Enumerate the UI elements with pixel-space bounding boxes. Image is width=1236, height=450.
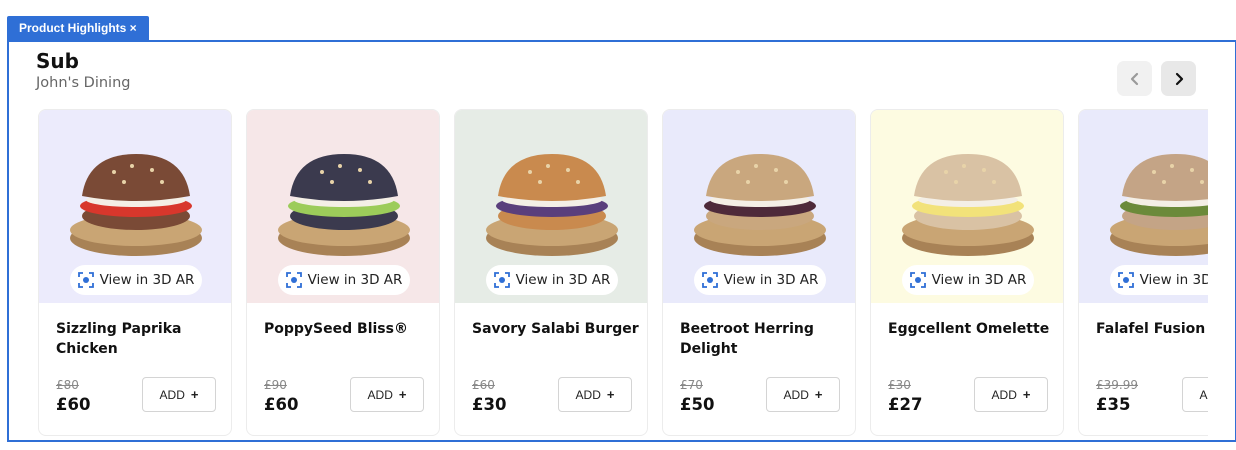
product-name: Eggcellent Omelette xyxy=(888,321,1050,337)
restaurant-name: John's Dining xyxy=(36,75,131,91)
original-price: £70 xyxy=(680,378,703,392)
plus-icon: + xyxy=(1022,387,1031,402)
product-image-area: View in 3D AR xyxy=(39,110,231,303)
product-card[interactable]: View in 3D AR Sizzling Paprika Chicken £… xyxy=(38,109,232,436)
section-title: Sub xyxy=(36,49,79,73)
add-label: ADD xyxy=(367,387,393,402)
view-in-ar-label: View in 3D AR xyxy=(99,272,195,288)
view-in-ar-button[interactable]: View in 3D AR xyxy=(486,265,618,295)
sale-price: £60 xyxy=(56,395,91,414)
product-name: Savory Salabi Burger xyxy=(472,321,639,337)
add-to-cart-button[interactable]: ADD + xyxy=(1182,377,1208,412)
view-in-ar-button[interactable]: View in 3D AR xyxy=(694,265,826,295)
ar-scan-icon xyxy=(1117,272,1134,288)
product-card[interactable]: View in 3D AR Savory Salabi Burger £60 £… xyxy=(454,109,648,436)
sale-price: £60 xyxy=(264,395,299,414)
view-in-ar-button[interactable]: View in 3D AR xyxy=(278,265,410,295)
sandwich-image xyxy=(694,154,826,256)
product-card[interactable]: View in 3D AR Falafel Fusion Su £39.99 £… xyxy=(1078,109,1208,436)
original-price: £39.99 xyxy=(1096,378,1138,392)
view-in-ar-label: View in 3D AR xyxy=(307,272,403,288)
view-in-ar-button[interactable]: View in 3D AR xyxy=(70,265,202,295)
add-label: ADD xyxy=(575,387,601,402)
plus-icon: + xyxy=(606,387,615,402)
product-carousel[interactable]: View in 3D AR Sizzling Paprika Chicken £… xyxy=(38,109,1208,439)
view-in-ar-label: View in 3D AR xyxy=(515,272,611,288)
plus-icon: + xyxy=(398,387,407,402)
ar-scan-icon xyxy=(285,272,302,288)
add-to-cart-button[interactable]: ADD + xyxy=(558,377,632,412)
product-card[interactable]: View in 3D AR PoppySeed Bliss® £90 £60 A… xyxy=(246,109,440,436)
add-label: ADD xyxy=(159,387,185,402)
carousel-prev-button[interactable] xyxy=(1117,61,1152,96)
sandwich-image xyxy=(70,154,202,256)
product-name: Beetroot Herring Delight xyxy=(680,321,814,357)
ar-scan-icon xyxy=(77,272,94,288)
product-highlights-panel: Sub John's Dining View in 3D AR Sizzling… xyxy=(7,40,1236,442)
sale-price: £50 xyxy=(680,395,715,414)
product-image-area: View in 3D AR xyxy=(871,110,1063,303)
ar-scan-icon xyxy=(909,272,926,288)
product-image-area: View in 3D AR xyxy=(247,110,439,303)
view-in-ar-button[interactable]: View in 3D AR xyxy=(1110,265,1208,295)
add-to-cart-button[interactable]: ADD + xyxy=(142,377,216,412)
sandwich-image xyxy=(1110,154,1208,256)
add-label: ADD xyxy=(783,387,809,402)
view-in-ar-label: View in 3D AR xyxy=(931,272,1027,288)
product-name: Sizzling Paprika Chicken xyxy=(56,321,182,357)
original-price: £80 xyxy=(56,378,79,392)
chevron-left-icon xyxy=(1130,72,1138,85)
product-name: Falafel Fusion Su xyxy=(1096,321,1208,337)
plus-icon: + xyxy=(814,387,823,402)
add-label: ADD xyxy=(1199,387,1208,402)
original-price: £90 xyxy=(264,378,287,392)
product-highlights-tag[interactable]: Product Highlights × xyxy=(7,16,149,41)
product-name: PoppySeed Bliss® xyxy=(264,321,408,337)
view-in-ar-label: View in 3D AR xyxy=(1139,272,1208,288)
sandwich-image xyxy=(486,154,618,256)
sandwich-image xyxy=(902,154,1034,256)
sandwich-image xyxy=(278,154,410,256)
chevron-right-icon xyxy=(1175,72,1183,85)
add-to-cart-button[interactable]: ADD + xyxy=(974,377,1048,412)
product-image-area: View in 3D AR xyxy=(455,110,647,303)
original-price: £30 xyxy=(888,378,911,392)
carousel-next-button[interactable] xyxy=(1161,61,1196,96)
add-to-cart-button[interactable]: ADD + xyxy=(766,377,840,412)
ar-scan-icon xyxy=(493,272,510,288)
add-to-cart-button[interactable]: ADD + xyxy=(350,377,424,412)
ar-scan-icon xyxy=(701,272,718,288)
product-image-area: View in 3D AR xyxy=(1079,110,1208,303)
sale-price: £30 xyxy=(472,395,507,414)
sale-price: £35 xyxy=(1096,395,1131,414)
product-image-area: View in 3D AR xyxy=(663,110,855,303)
view-in-ar-button[interactable]: View in 3D AR xyxy=(902,265,1034,295)
sale-price: £27 xyxy=(888,395,923,414)
product-card[interactable]: View in 3D AR Beetroot Herring Delight £… xyxy=(662,109,856,436)
original-price: £60 xyxy=(472,378,495,392)
product-card[interactable]: View in 3D AR Eggcellent Omelette £30 £2… xyxy=(870,109,1064,436)
plus-icon: + xyxy=(190,387,199,402)
view-in-ar-label: View in 3D AR xyxy=(723,272,819,288)
add-label: ADD xyxy=(991,387,1017,402)
